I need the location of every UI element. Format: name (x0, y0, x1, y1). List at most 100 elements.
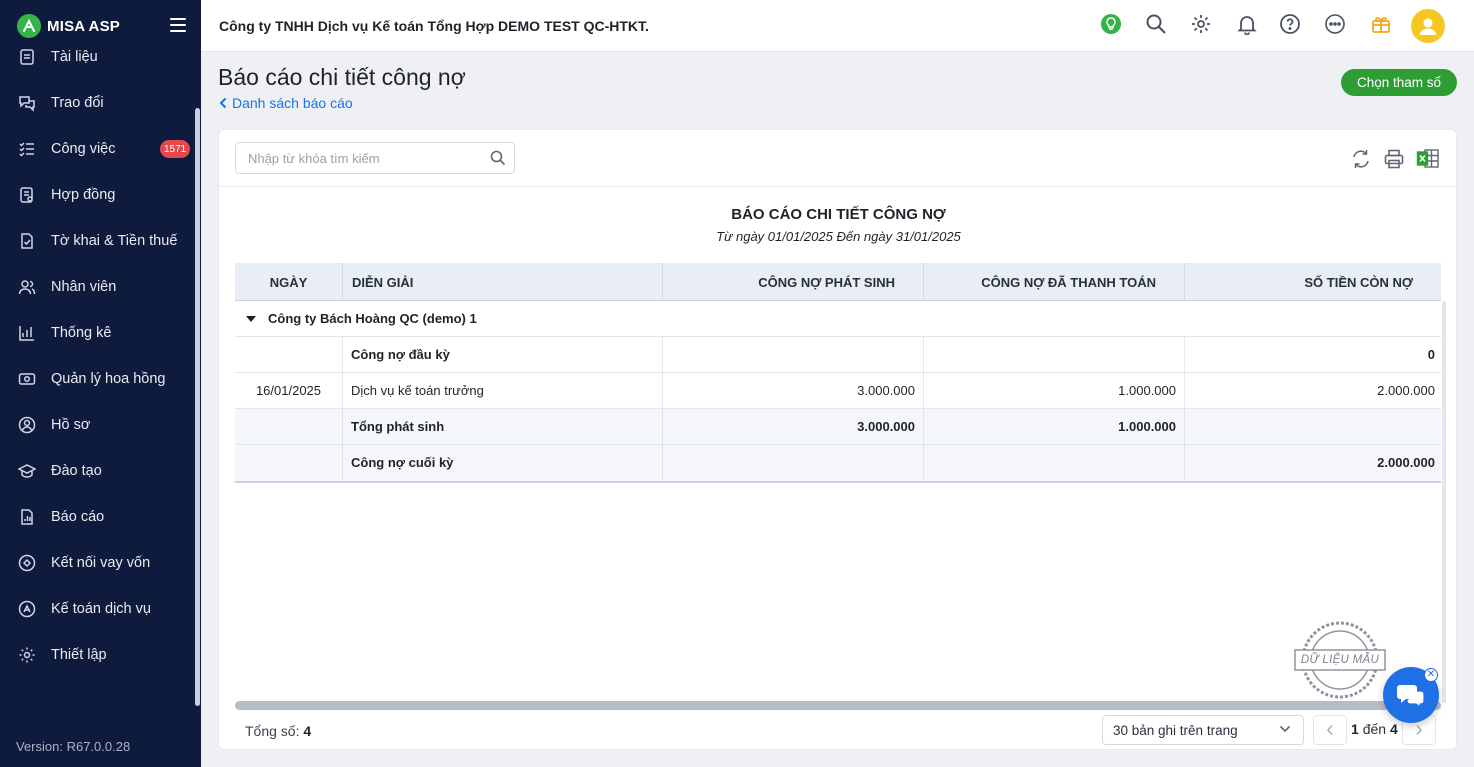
cell-date (235, 337, 343, 372)
sample-data-stamp: DỮ LIỆU MẪU (1294, 620, 1386, 700)
sidebar-item-label: Kế toán dịch vụ (51, 601, 151, 617)
group-label: Công ty Bách Hoàng QC (demo) 1 (268, 311, 477, 326)
sidebar-item-label: Thiết lập (51, 647, 107, 663)
search-box (235, 142, 515, 174)
sidebar-item-thong-ke[interactable]: Thống kê (0, 313, 195, 353)
staff-icon (17, 277, 37, 297)
range-start: 1 (1351, 721, 1359, 737)
back-link-label: Danh sách báo cáo (232, 95, 353, 111)
sidebar-item-label: Kết nối vay vốn (51, 555, 151, 571)
page-size-value: 30 bản ghi trên trang (1113, 722, 1238, 738)
cell-remaining: 0 (1427, 347, 1435, 362)
cell-incurred (663, 337, 924, 372)
sidebar-menu: Tài liệu Trao đổi Công việc 1571 Hợp đồn… (0, 34, 195, 710)
sidebar-item-trao-doi[interactable]: Trao đổi (0, 83, 195, 123)
task-count-badge: 1571 (160, 140, 191, 158)
gift-icon[interactable] (1368, 11, 1394, 37)
back-to-report-list-link[interactable]: Danh sách báo cáo (219, 95, 353, 111)
app-version: Version: R67.0.0.28 (16, 739, 131, 754)
sidebar-item-label: Hợp đồng (51, 187, 116, 203)
sample-data-stamp-text: DỮ LIỆU MẪU (1300, 654, 1380, 666)
sidebar-item-bao-cao[interactable]: Báo cáo (0, 497, 195, 537)
hamburger-menu-icon[interactable] (170, 18, 186, 32)
search-icon[interactable] (490, 150, 506, 166)
lightbulb-icon[interactable] (1098, 11, 1124, 37)
sidebar-item-ho-so[interactable]: Hồ sơ (0, 405, 195, 445)
table-row: Công nợ đầu kỳ 0 (235, 337, 1441, 373)
sidebar-item-label: Đào tạo (51, 463, 102, 479)
toolbar-divider (219, 186, 1456, 187)
cell-remaining (1185, 409, 1441, 444)
search-icon[interactable] (1143, 11, 1169, 37)
chat-bubble-icon (1397, 685, 1425, 709)
export-excel-icon[interactable] (1416, 148, 1440, 170)
column-header-remaining[interactable]: SỐ TIỀN CÒN NỢ (1185, 263, 1441, 301)
column-header-paid[interactable]: CÔNG NỢ ĐÃ THANH TOÁN (924, 263, 1185, 301)
cell-description: Công nợ cuối kỳ (343, 445, 663, 480)
table-row: 16/01/2025 Dịch vụ kế toán trưởng 3.000.… (235, 373, 1441, 409)
search-input[interactable] (236, 143, 482, 173)
tax-form-icon (17, 231, 37, 251)
user-avatar[interactable] (1411, 9, 1445, 43)
sidebar-item-label: Hồ sơ (51, 417, 91, 433)
group-row[interactable]: Công ty Bách Hoàng QC (demo) 1 (235, 301, 1441, 337)
accounting-service-icon (17, 599, 37, 619)
sidebar-item-thiet-lap[interactable]: Thiết lập (0, 635, 195, 675)
cell-description: Dịch vụ kế toán trưởng (343, 373, 663, 408)
page-title: Báo cáo chi tiết công nợ (218, 64, 466, 90)
cell-date (235, 409, 343, 444)
close-chat-icon[interactable]: ✕ (1424, 668, 1438, 682)
column-header-date[interactable]: NGÀY (235, 263, 343, 301)
training-icon (17, 461, 37, 481)
refresh-icon[interactable] (1349, 148, 1373, 170)
more-icon[interactable] (1322, 11, 1348, 37)
gear-icon[interactable] (1188, 11, 1214, 37)
sidebar-item-label: Công việc (51, 141, 116, 157)
cell-description: Tổng phát sinh (343, 409, 663, 444)
vertical-scrollbar[interactable] (1442, 301, 1446, 703)
task-list-icon (17, 139, 37, 159)
sidebar-item-hoa-hong[interactable]: Quản lý hoa hồng (0, 359, 195, 399)
loan-connect-icon (17, 553, 37, 573)
sidebar-item-label: Nhân viên (51, 279, 117, 295)
cell-date: 16/01/2025 (235, 373, 343, 408)
choose-parameters-button[interactable]: Chọn tham số (1341, 69, 1457, 96)
sidebar-item-cong-viec[interactable]: Công việc 1571 (0, 129, 195, 169)
sidebar: MISA ASP Tài liệu Trao đổi Công việc 157… (0, 0, 201, 767)
sidebar-item-label: Thống kê (51, 325, 112, 341)
chevron-left-icon (219, 97, 227, 109)
cell-description: Công nợ đầu kỳ (343, 337, 663, 372)
cell-incurred: 3.000.000 (663, 373, 924, 408)
report-card: BÁO CÁO CHI TIẾT CÔNG NỢ Từ ngày 01/01/2… (218, 129, 1457, 750)
prev-page-button[interactable] (1313, 715, 1347, 745)
cell-incurred (663, 445, 924, 480)
print-icon[interactable] (1382, 148, 1406, 170)
page-size-select[interactable]: 30 bản ghi trên trang (1102, 715, 1304, 745)
sidebar-item-to-khai[interactable]: Tờ khai & Tiền thuế (0, 221, 195, 261)
sidebar-item-ke-toan-dich-vu[interactable]: Kế toán dịch vụ (0, 589, 195, 629)
table-row-closing: Công nợ cuối kỳ 2.000.000 (235, 445, 1441, 481)
sidebar-scrollbar[interactable] (195, 108, 200, 706)
table-bottom-border (235, 481, 1441, 483)
sidebar-item-dao-tao[interactable]: Đào tạo (0, 451, 195, 491)
horizontal-scrollbar[interactable] (235, 701, 1441, 710)
cell-paid (924, 337, 1185, 372)
sidebar-item-vay-von[interactable]: Kết nối vay vốn (0, 543, 195, 583)
help-icon[interactable] (1277, 11, 1303, 37)
sidebar-item-hop-dong[interactable]: Hợp đồng (0, 175, 195, 215)
document-icon (17, 47, 37, 67)
chat-exchange-icon (17, 93, 37, 113)
column-header-incurred[interactable]: CÔNG NỢ PHÁT SINH (663, 263, 924, 301)
chevron-left-icon (1326, 724, 1333, 736)
brand-name: MISA ASP (47, 17, 120, 35)
collapse-caret-icon[interactable] (246, 315, 256, 322)
sidebar-item-nhan-vien[interactable]: Nhân viên (0, 267, 195, 307)
bell-icon[interactable] (1234, 11, 1260, 37)
total-value: 4 (303, 723, 312, 739)
sidebar-item-label: Trao đổi (51, 95, 104, 111)
sidebar-item-tai-lieu[interactable]: Tài liệu (0, 37, 195, 77)
cell-paid: 1.000.000 (924, 409, 1185, 444)
table-row-subtotal: Tổng phát sinh 3.000.000 1.000.000 (235, 409, 1441, 445)
column-header-description[interactable]: DIỄN GIẢI (343, 263, 663, 301)
cell-paid (924, 445, 1185, 480)
